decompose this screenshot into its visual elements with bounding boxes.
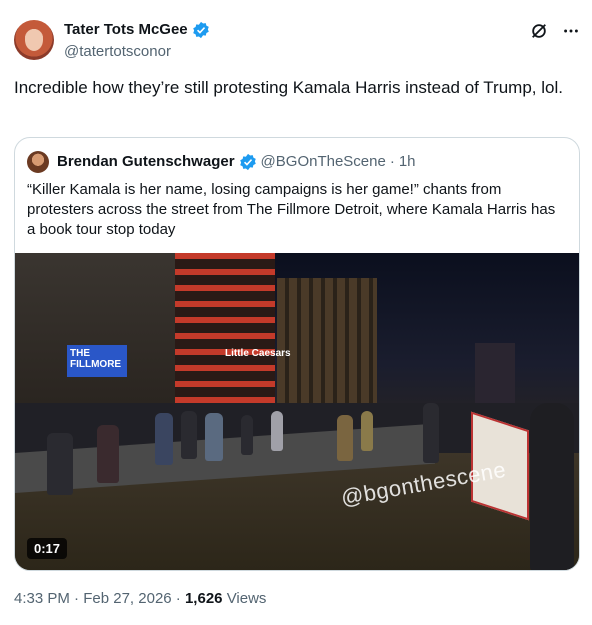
quoted-verified-badge-icon bbox=[239, 153, 256, 171]
tweet-date[interactable]: Feb 27, 2026 bbox=[83, 590, 171, 607]
quoted-tweet-text: “Killer Kamala is her name, losing campa… bbox=[27, 181, 556, 238]
protester bbox=[181, 411, 197, 459]
quoted-timestamp: 1h bbox=[398, 153, 416, 170]
verified-badge-icon bbox=[192, 21, 209, 39]
quoted-tweet-header: Brendan Gutenschwager @BGOnTheScene · 1h bbox=[27, 151, 416, 173]
fillmore-marquee: THE FILLMORE bbox=[67, 345, 127, 377]
little-caesars-sign: Little Caesars bbox=[225, 348, 291, 359]
more-icon[interactable] bbox=[562, 22, 580, 45]
quoted-author-display-name: Brendan Gutenschwager bbox=[57, 153, 235, 170]
tweet-header: Tater Tots McGee @tatertotsconor bbox=[14, 20, 580, 64]
author-avatar[interactable] bbox=[14, 20, 54, 60]
building-center bbox=[277, 278, 377, 403]
grok-icon[interactable] bbox=[530, 22, 548, 45]
quoted-author-avatar bbox=[27, 151, 49, 173]
header-actions bbox=[530, 22, 580, 45]
tweet-time[interactable]: 4:33 PM bbox=[14, 590, 70, 607]
author-display-name-row[interactable]: Tater Tots McGee bbox=[64, 20, 210, 40]
protester bbox=[337, 415, 353, 461]
protester bbox=[361, 411, 373, 451]
author-handle[interactable]: @tatertotsconor bbox=[64, 42, 210, 62]
building-right bbox=[475, 343, 515, 403]
protester bbox=[271, 411, 283, 451]
video-duration-badge: 0:17 bbox=[27, 538, 68, 559]
quoted-video[interactable]: THE FILLMORE Little Caesars @bgonthescen… bbox=[15, 253, 579, 570]
protester bbox=[47, 433, 73, 495]
views-count[interactable]: 1,626 bbox=[185, 590, 223, 607]
tweet-text: Incredible how they’re still protesting … bbox=[14, 78, 563, 97]
quoted-tweet[interactable]: Brendan Gutenschwager @BGOnTheScene · 1h… bbox=[14, 137, 580, 571]
protester bbox=[97, 425, 119, 483]
author-names: Tater Tots McGee @tatertotsconor bbox=[64, 20, 210, 62]
protester bbox=[530, 403, 574, 570]
protester bbox=[423, 403, 439, 463]
meta-separator: · bbox=[175, 590, 181, 607]
protester bbox=[155, 413, 173, 465]
building-red-tower bbox=[175, 253, 275, 403]
author-display-name[interactable]: Tater Tots McGee bbox=[64, 20, 188, 40]
building-left bbox=[15, 253, 175, 403]
views-label: Views bbox=[226, 590, 267, 607]
tweet-metadata: 4:33 PM · Feb 27, 2026 · 1,626 Views bbox=[14, 589, 266, 609]
quoted-separator: · bbox=[389, 153, 395, 170]
protester bbox=[241, 415, 253, 455]
quoted-author-handle: @BGOnTheScene bbox=[260, 153, 386, 170]
protester bbox=[205, 413, 223, 461]
meta-separator: · bbox=[74, 590, 80, 607]
